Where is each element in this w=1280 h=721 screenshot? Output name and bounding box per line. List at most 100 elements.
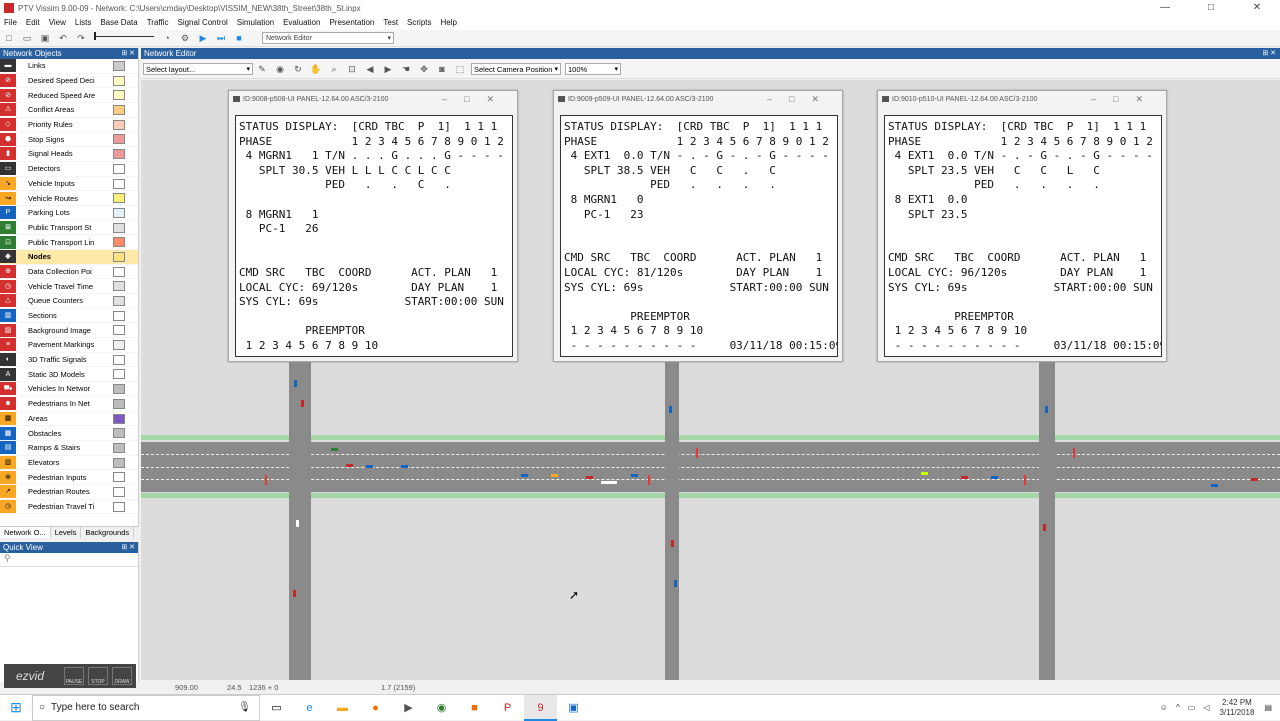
- network-object-item[interactable]: P Parking Lots: [0, 206, 138, 221]
- color-swatch[interactable]: [113, 134, 125, 145]
- color-swatch[interactable]: [113, 61, 125, 71]
- network-object-item[interactable]: ▮ Signal Heads: [0, 147, 138, 162]
- color-swatch[interactable]: [113, 222, 125, 233]
- network-object-item[interactable]: ▩ Obstacles: [0, 426, 138, 441]
- color-swatch[interactable]: [113, 266, 125, 277]
- color-swatch[interactable]: [113, 486, 125, 497]
- color-swatch[interactable]: [113, 163, 125, 174]
- color-swatch[interactable]: [113, 119, 125, 130]
- network-icon[interactable]: ▭: [1188, 703, 1196, 712]
- microphone-icon[interactable]: 🎙: [238, 702, 251, 713]
- zoom-extent-icon[interactable]: ⊡: [346, 63, 358, 75]
- 3d-mode-icon[interactable]: ⬚: [454, 63, 466, 75]
- media-icon[interactable]: ▶: [392, 695, 425, 721]
- stop-icon[interactable]: ■: [233, 32, 245, 44]
- color-swatch[interactable]: [113, 207, 125, 218]
- network-object-item[interactable]: ↝ Vehicle Routes: [0, 191, 138, 206]
- network-object-item[interactable]: ◷ Pedestrian Travel Ti: [0, 499, 138, 515]
- stop-button[interactable]: STOP: [88, 667, 108, 685]
- powerpoint-icon[interactable]: P: [491, 695, 524, 721]
- color-swatch[interactable]: [113, 193, 125, 204]
- editor-type-select[interactable]: Network Editor: [262, 32, 394, 44]
- color-swatch[interactable]: [113, 149, 125, 160]
- volume-icon[interactable]: ◁: [1203, 703, 1209, 712]
- menu-lists[interactable]: Lists: [71, 16, 96, 30]
- taskbar-clock[interactable]: 2:42 PM 3/11/2018: [1219, 698, 1254, 718]
- tray-chevron-icon[interactable]: ^: [1176, 703, 1180, 712]
- color-swatch[interactable]: [113, 325, 125, 336]
- menu-signal-control[interactable]: Signal Control: [173, 16, 232, 30]
- color-swatch[interactable]: [113, 75, 125, 86]
- network-object-item[interactable]: ▭ Detectors: [0, 162, 138, 177]
- color-swatch[interactable]: [113, 237, 125, 248]
- color-swatch[interactable]: [113, 501, 125, 512]
- minimize-button[interactable]: —: [1142, 0, 1188, 16]
- tab-levels[interactable]: Levels: [51, 527, 82, 538]
- network-object-item[interactable]: ◐ 3D Traffic Signals: [0, 353, 138, 368]
- zoom-select[interactable]: 100%: [565, 62, 621, 75]
- menu-test[interactable]: Test: [379, 16, 403, 30]
- network-object-item[interactable]: ⊕ Data Collection Poi: [0, 264, 138, 280]
- network-object-item[interactable]: ⊡ Public Transport Lin: [0, 235, 138, 250]
- vissim-taskbar-icon[interactable]: 9: [524, 694, 557, 721]
- color-swatch[interactable]: [113, 354, 125, 365]
- network-object-item[interactable]: ◇ Priority Rules: [0, 118, 138, 133]
- network-object-item[interactable]: ◷ Vehicle Travel Time: [0, 279, 138, 294]
- pin-icon[interactable]: ⊞ ✕: [1262, 48, 1276, 59]
- network-object-item[interactable]: ▬ Links: [0, 59, 138, 74]
- network-object-item[interactable]: ▤ Ramps & Stairs: [0, 441, 138, 456]
- network-object-item[interactable]: ⛟ Vehicles In Networ: [0, 382, 138, 397]
- menu-edit[interactable]: Edit: [22, 16, 45, 30]
- network-object-item[interactable]: A Static 3D Models: [0, 367, 138, 383]
- menu-simulation[interactable]: Simulation: [233, 16, 279, 30]
- file-explorer-icon[interactable]: ▬: [326, 695, 359, 721]
- color-swatch[interactable]: [113, 428, 125, 439]
- network-object-item[interactable]: ≡ Pavement Markings: [0, 338, 138, 353]
- app-orange-icon[interactable]: ■: [458, 695, 491, 721]
- pin-icon[interactable]: ⊞ ✕: [121, 542, 135, 553]
- simulation-speed-slider[interactable]: [94, 32, 154, 40]
- pan-icon[interactable]: ✥: [418, 63, 430, 75]
- tab-backgrounds[interactable]: Backgrounds: [81, 527, 135, 538]
- undo-icon[interactable]: ↶: [57, 32, 69, 44]
- globe-icon[interactable]: ◉: [274, 63, 286, 75]
- task-view-icon[interactable]: ▭: [260, 695, 293, 721]
- forward-icon[interactable]: ▶: [382, 63, 394, 75]
- settings-gear-icon[interactable]: ⚙: [179, 32, 191, 44]
- tab-network-objects[interactable]: Network O...: [0, 527, 51, 538]
- color-swatch[interactable]: [113, 340, 125, 351]
- color-swatch[interactable]: [113, 178, 125, 189]
- layout-tools-icon[interactable]: ✎: [256, 63, 268, 75]
- terminal-icon[interactable]: ▣: [557, 695, 590, 721]
- network-object-item[interactable]: ▥ Elevators: [0, 455, 138, 471]
- controller-panel-9008[interactable]: ID:9008-p508-UI PANEL-12.64.00 ASC/3-210…: [228, 90, 518, 362]
- menu-scripts[interactable]: Scripts: [403, 16, 436, 30]
- network-object-item[interactable]: ⊘ Reduced Speed Are: [0, 88, 138, 104]
- color-swatch[interactable]: [113, 442, 125, 453]
- new-file-icon[interactable]: □: [3, 32, 15, 44]
- redo-icon[interactable]: ↷: [75, 32, 87, 44]
- network-object-item[interactable]: ▥ Sections: [0, 309, 138, 324]
- panel-window-buttons[interactable]: –□✕: [767, 91, 836, 108]
- camera-position-select[interactable]: Select Camera Position: [471, 62, 561, 75]
- menu-base-data[interactable]: Base Data: [96, 16, 142, 30]
- color-swatch[interactable]: [113, 384, 125, 395]
- hand-icon[interactable]: ☚: [400, 63, 412, 75]
- pin-icon[interactable]: ⊞ ✕: [121, 48, 135, 59]
- color-swatch[interactable]: [113, 457, 125, 468]
- color-swatch[interactable]: [113, 90, 125, 101]
- hand-pan-icon[interactable]: ✋: [310, 63, 322, 75]
- people-icon[interactable]: ☺: [1160, 703, 1168, 712]
- step-icon[interactable]: ⏭: [215, 32, 227, 44]
- network-object-item[interactable]: ⚠ Conflict Areas: [0, 103, 138, 118]
- network-object-item[interactable]: ⊕ Pedestrian Inputs: [0, 470, 138, 485]
- layout-select[interactable]: Select layout...: [143, 62, 253, 75]
- network-object-item[interactable]: ▦ Areas: [0, 411, 138, 427]
- menu-evaluation[interactable]: Evaluation: [279, 16, 325, 30]
- controller-panel-9010[interactable]: ID:9010-p510-UI PANEL-12.64.00 ASC/3-210…: [877, 90, 1167, 362]
- save-icon[interactable]: ▣: [39, 32, 51, 44]
- network-object-item[interactable]: ⊠ Public Transport St: [0, 220, 138, 236]
- edge-browser-icon[interactable]: e: [293, 695, 326, 721]
- color-swatch[interactable]: [113, 413, 125, 424]
- notifications-icon[interactable]: ▤: [1264, 703, 1272, 712]
